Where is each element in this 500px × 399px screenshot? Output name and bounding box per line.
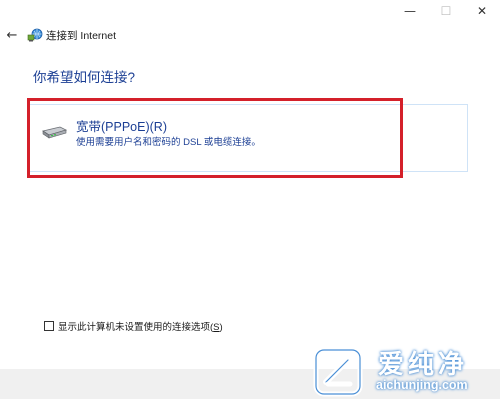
show-unconfigured-options-checkbox[interactable] [44,321,54,331]
watermark-url: aichunjing.com [376,378,468,392]
minimize-button[interactable]: — [392,0,428,22]
watermark-brand: 爱纯净 [378,350,469,380]
watermark: 爱纯净 aichunjing.com [306,322,500,399]
checkbox-label[interactable]: 显示此计算机未设置使用的连接选项(S) [58,319,223,333]
highlight-annotation-box [27,98,403,178]
window-title: 连接到 Internet [46,30,117,42]
maximize-button[interactable]: ☐ [428,0,464,22]
network-globe-icon [27,28,43,42]
show-unconfigured-options-row[interactable]: 显示此计算机未设置使用的连接选项(S) [44,319,223,333]
back-arrow-icon[interactable]: ← [4,27,20,43]
window-controls: — ☐ ✕ [392,0,500,22]
close-button[interactable]: ✕ [464,0,500,22]
page-heading: 你希望如何连接? [33,70,136,85]
watermark-logo-icon [313,347,363,397]
connect-to-internet-window: — ☐ ✕ ← 连接到 Internet 你希望如何连接? 宽带(PPPoE)(… [0,0,500,399]
